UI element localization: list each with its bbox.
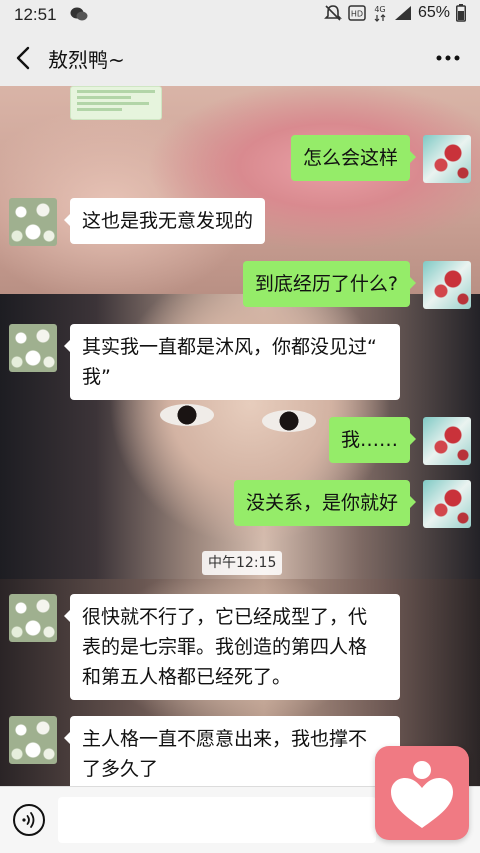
- message-input[interactable]: [58, 797, 376, 843]
- background-eye: [160, 404, 214, 426]
- 4g-icon: 4G: [374, 5, 386, 22]
- message-line: 和第五人格都已经死了。: [82, 666, 292, 688]
- message-bubble-sent[interactable]: 没关系，是你就好: [233, 480, 417, 526]
- message-line: 表的是七宗罪。我创造的第四人格: [82, 636, 368, 658]
- wechat-icon: [70, 7, 88, 21]
- svg-text:HD: HD: [351, 10, 363, 19]
- my-avatar[interactable]: [423, 480, 471, 528]
- image-message-thumbnail[interactable]: [70, 86, 162, 120]
- message-bubble-received[interactable]: 主人格一直不愿意出来，我也撑不 了多久了: [64, 716, 400, 786]
- back-arrow-icon[interactable]: [12, 44, 36, 72]
- svg-text:4G: 4G: [374, 5, 385, 14]
- message-line: 主人格一直不愿意出来，我也撑不: [82, 728, 368, 750]
- my-avatar[interactable]: [423, 417, 471, 465]
- message-bubble-sent[interactable]: 怎么会这样: [290, 135, 417, 181]
- message-bubble-received[interactable]: 其实我一直都是沐风，你都没见过“ 我”: [64, 324, 400, 400]
- battery-icon: [456, 4, 466, 22]
- heart-figure-icon: [391, 761, 453, 828]
- mute-icon: [324, 5, 342, 21]
- chat-title: 敖烈鸭~: [48, 48, 125, 72]
- chat-area[interactable]: 怎么会这样 这也是我无意发现的 到底经历了什么? 其实我一直都是沐风，你都没见过…: [0, 86, 480, 786]
- battery-percent: 65%: [417, 4, 450, 21]
- my-avatar[interactable]: [423, 135, 471, 183]
- message-line: 其实我一直都是沐风，你都没见过“: [82, 336, 377, 358]
- message-line: 了多久了: [82, 758, 159, 780]
- message-bubble-sent[interactable]: 我……: [328, 417, 417, 463]
- contact-avatar[interactable]: [9, 594, 57, 642]
- hd-icon: HD: [348, 5, 366, 21]
- contact-avatar[interactable]: [9, 324, 57, 372]
- more-icon[interactable]: [434, 46, 462, 70]
- floating-heart-button[interactable]: [375, 746, 469, 840]
- message-line: 很快就不行了，它已经成型了，代: [82, 606, 368, 628]
- contact-avatar[interactable]: [9, 716, 57, 764]
- signal-icon: [394, 6, 411, 20]
- background-eye: [262, 410, 316, 432]
- status-bar: 12:51 HD 4G 65%: [0, 0, 480, 30]
- chat-header: 敖烈鸭~: [0, 30, 480, 86]
- message-bubble-sent[interactable]: 到底经历了什么?: [242, 261, 417, 307]
- voice-icon[interactable]: [12, 803, 46, 837]
- status-icons: HD 4G 65%: [324, 4, 466, 22]
- message-bubble-received[interactable]: 这也是我无意发现的: [63, 198, 266, 244]
- message-line: 我”: [82, 366, 111, 388]
- my-avatar[interactable]: [423, 261, 471, 309]
- message-timestamp: 中午12:15: [202, 551, 283, 575]
- contact-avatar[interactable]: [9, 198, 57, 246]
- status-time: 12:51: [14, 5, 57, 24]
- message-bubble-received[interactable]: 很快就不行了，它已经成型了，代 表的是七宗罪。我创造的第四人格 和第五人格都已经…: [64, 594, 400, 700]
